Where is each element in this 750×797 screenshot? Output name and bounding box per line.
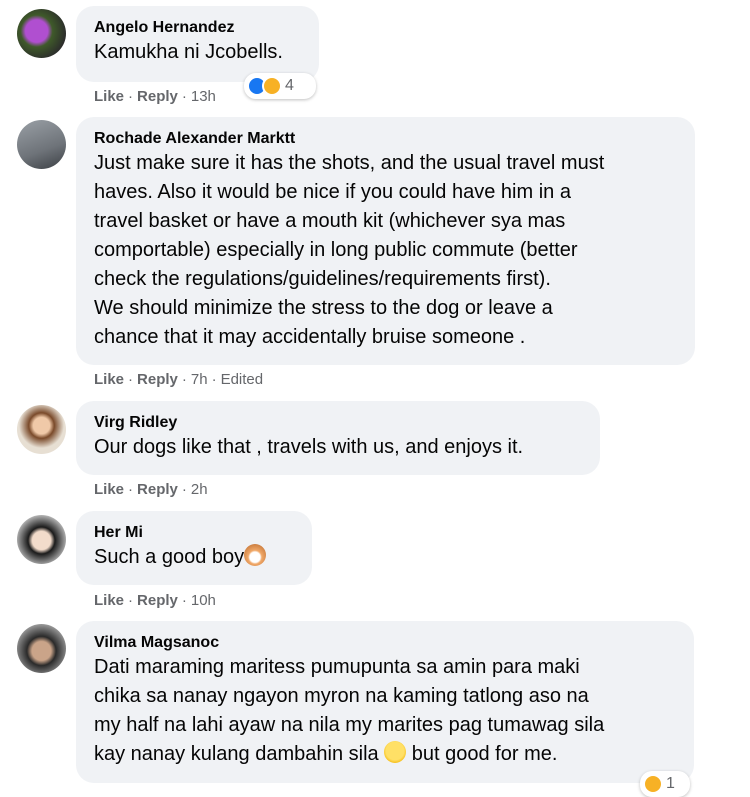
separator-dot: · (128, 371, 134, 388)
separator-dot: · (181, 481, 187, 498)
comment-actions: Like · Reply · 7h · Edited (94, 371, 263, 389)
comment-bubble: Her Mi Such a good boy (76, 511, 312, 585)
reaction-count: 4 (285, 77, 294, 94)
comment-text-line: travel basket or have a mouth kit (which… (94, 210, 566, 232)
reply-link[interactable]: Reply (137, 371, 178, 388)
comment-text: Such a good boy (94, 543, 294, 572)
edited-label[interactable]: Edited (221, 371, 264, 388)
like-link[interactable]: Like (94, 88, 124, 105)
comment-text-content: kay nanay kulang dambahin sila (94, 743, 379, 765)
comment-text-line: check the regulations/guidelines/require… (94, 268, 551, 290)
avatar[interactable] (17, 624, 66, 673)
comment-bubble: Angelo Hernandez Kamukha ni Jcobells. (76, 6, 319, 82)
separator-dot: · (181, 88, 187, 105)
separator-dot: · (211, 371, 217, 388)
comment-bubble: Vilma Magsanoc Dati maraming maritess pu… (76, 621, 694, 783)
separator-dot: · (181, 592, 187, 609)
comment-bubble: Rochade Alexander Marktt Just make sure … (76, 117, 695, 365)
comment-author[interactable]: Rochade Alexander Marktt (94, 129, 677, 149)
comment-text-line: chika sa nanay ngayon myron na kaming ta… (94, 685, 589, 707)
reply-link[interactable]: Reply (137, 481, 178, 498)
comment-text-content: but good for me. (406, 743, 558, 765)
comment-actions: Like · Reply · 13h (94, 88, 216, 106)
timestamp[interactable]: 2h (191, 481, 208, 498)
separator-dot: · (128, 481, 134, 498)
avatar[interactable] (17, 515, 66, 564)
comment-text-line: We should minimize the stress to the dog… (94, 297, 553, 319)
like-link[interactable]: Like (94, 481, 124, 498)
like-link[interactable]: Like (94, 592, 124, 609)
timestamp[interactable]: 13h (191, 88, 216, 105)
reply-link[interactable]: Reply (137, 592, 178, 609)
comment-text-content: Such a good boy (94, 546, 245, 568)
comment-text-line: chance that it may accidentally bruise s… (94, 326, 526, 348)
like-link[interactable]: Like (94, 371, 124, 388)
comment-text-line: kay nanay kulang dambahin sila but good … (94, 740, 676, 769)
reaction-summary[interactable]: 4 (244, 73, 316, 99)
care-icon (262, 76, 282, 96)
grinning-sweat-emoji (384, 741, 407, 763)
separator-dot: · (128, 88, 134, 105)
separator-dot: · (128, 592, 134, 609)
comment-author[interactable]: Vilma Magsanoc (94, 633, 676, 653)
comment-text: Our dogs like that , travels with us, an… (94, 436, 524, 458)
haha-icon (643, 774, 663, 794)
comment-author[interactable]: Angelo Hernandez (94, 18, 301, 38)
comment-text: Kamukha ni Jcobells. (94, 41, 283, 63)
comment-text-line: my half na lahi ayaw na nila my marites … (94, 714, 605, 736)
comment-text-line: Dati maraming maritess pumupunta sa amin… (94, 656, 580, 678)
timestamp[interactable]: 10h (191, 592, 216, 609)
comment-author[interactable]: Virg Ridley (94, 413, 582, 433)
timestamp[interactable]: 7h (191, 371, 208, 388)
avatar[interactable] (17, 9, 66, 58)
comment-bubble: Virg Ridley Our dogs like that , travels… (76, 401, 600, 475)
avatar[interactable] (17, 405, 66, 454)
separator-dot: · (181, 371, 187, 388)
reaction-summary[interactable]: 1 (640, 771, 690, 797)
dog-face-emoji (244, 544, 267, 566)
comment-actions: Like · Reply · 10h (94, 592, 216, 610)
comment-author[interactable]: Her Mi (94, 523, 294, 543)
comment-text-line: haves. Also it would be nice if you coul… (94, 181, 571, 203)
comment-text-line: comportable) especially in long public c… (94, 239, 578, 261)
comment-actions: Like · Reply · 2h (94, 481, 208, 499)
reply-link[interactable]: Reply (137, 88, 178, 105)
reaction-count: 1 (666, 775, 675, 792)
comment-text-line: Just make sure it has the shots, and the… (94, 152, 605, 174)
avatar[interactable] (17, 120, 66, 169)
